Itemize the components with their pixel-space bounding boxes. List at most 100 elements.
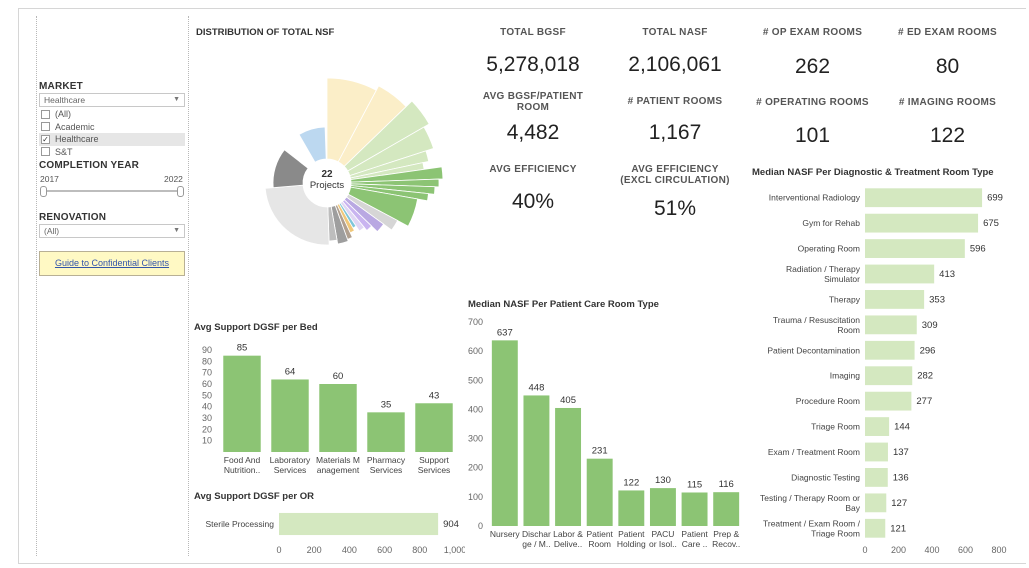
bar-value-label: 136 <box>893 472 909 483</box>
kpi-avg-efficiency-excl-label: AVG EFFICIENCY (EXCL CIRCULATION) <box>620 164 730 186</box>
patient-care-chart[interactable]: 0 100 200 300 400 500 600 700 637 Nursery 448 Disch… <box>462 312 747 562</box>
bar[interactable] <box>865 493 887 513</box>
diag-treat-chart[interactable]: 699 Interventional Radiology 675 Gym for Re… <box>750 178 1025 563</box>
bar[interactable] <box>865 290 925 309</box>
y-tick-label: 400 <box>468 404 483 414</box>
bar[interactable] <box>865 188 983 208</box>
bar[interactable] <box>865 518 886 538</box>
x-tick-label: 400 <box>924 545 939 555</box>
x-tick-label: Pharmacy <box>367 455 406 465</box>
y-category-label: Bay <box>845 503 860 513</box>
chevron-down-icon: ▼ <box>173 96 180 103</box>
year-min-label: 2017 <box>40 174 59 184</box>
y-category-label: Procedure Room <box>796 396 860 406</box>
bar[interactable] <box>713 492 740 526</box>
market-option-all[interactable]: (All) <box>39 108 185 121</box>
support-bed-title: Avg Support DGSF per Bed <box>194 322 318 333</box>
bar[interactable] <box>491 340 518 526</box>
bar[interactable] <box>865 417 890 436</box>
completion-year-title: COMPLETION YEAR <box>39 160 140 171</box>
x-tick-label: Support <box>419 455 449 465</box>
checkbox-checked[interactable]: ✓ <box>41 134 50 144</box>
bar[interactable] <box>865 340 915 360</box>
bar-value-label: 596 <box>970 244 986 255</box>
bar[interactable] <box>865 468 888 487</box>
kpi-ed-exam-label: # ED EXAM ROOMS <box>898 27 997 38</box>
support-or-title: Avg Support DGSF per OR <box>194 491 314 502</box>
bar[interactable] <box>415 403 453 452</box>
x-tick-label: Delive.. <box>554 539 582 549</box>
bar[interactable] <box>865 315 917 335</box>
diag-treat-title: Median NASF Per Diagnostic & Treatment R… <box>752 167 994 178</box>
renovation-dropdown[interactable]: (All) ▼ <box>39 224 185 238</box>
support-or-chart[interactable]: 904Sterile Processing0 200 400 600 800 1,000 <box>190 503 465 563</box>
market-option-healthcare[interactable]: ✓ Healthcare <box>39 133 185 146</box>
bar-value-label: 130 <box>655 475 671 486</box>
bar[interactable] <box>555 407 582 526</box>
bar[interactable] <box>865 391 912 411</box>
y-category-label: Treatment / Exam Room / <box>763 518 861 528</box>
x-tick-label: Room <box>588 539 611 549</box>
y-category-label: Therapy <box>829 294 861 304</box>
bar[interactable] <box>865 213 979 233</box>
y-category-label: Diagnostic Testing <box>791 472 860 482</box>
kpi-total-nasf-value: 2,106,061 <box>628 53 722 76</box>
bar[interactable] <box>865 366 913 386</box>
support-bed-chart[interactable]: 102030405060708090 85Food AndNutrition..6… <box>190 335 460 485</box>
market-option-st[interactable]: S&T <box>39 146 185 159</box>
y-category-label: Testing / Therapy Room or <box>760 493 860 503</box>
nsf-donut-chart[interactable]: 22 Projects <box>235 45 495 295</box>
kpi-avg-efficiency-label: AVG EFFICIENCY <box>489 164 577 175</box>
x-tick-label: Nutrition.. <box>224 465 260 475</box>
market-option-academic[interactable]: Academic <box>39 121 185 134</box>
x-tick-label: Recov.. <box>712 539 740 549</box>
bar[interactable] <box>367 412 405 452</box>
bar[interactable] <box>649 488 676 526</box>
guide-link-button[interactable]: Guide to Confidential Clients <box>39 251 185 276</box>
x-tick-label: 800 <box>991 545 1006 555</box>
bar[interactable] <box>223 355 261 452</box>
donut-slice[interactable] <box>298 126 327 163</box>
bar[interactable] <box>618 490 645 526</box>
bar-value-label: 85 <box>237 343 248 354</box>
bar[interactable] <box>279 512 439 536</box>
bar[interactable] <box>865 264 935 284</box>
bar-value-label: 448 <box>529 382 545 393</box>
kpi-op-exam-label: # OP EXAM ROOMS <box>762 27 863 38</box>
bar[interactable] <box>865 239 965 258</box>
bar-value-label: 115 <box>687 479 702 490</box>
year-slider-max-handle[interactable] <box>177 186 184 197</box>
donut-slice[interactable] <box>264 184 330 246</box>
bar[interactable] <box>319 384 357 452</box>
bar-value-label: 231 <box>592 446 608 457</box>
x-tick-label: Services <box>274 465 307 475</box>
x-tick-label: Services <box>370 465 403 475</box>
kpi-imaging-rooms-label: # IMAGING ROOMS <box>898 97 997 108</box>
bar[interactable] <box>271 379 309 452</box>
bar-value-label: 282 <box>917 371 933 382</box>
kpi-total-bgsf-label: TOTAL BGSF <box>500 27 566 38</box>
x-tick-label: Patient <box>681 529 708 539</box>
donut-title: DISTRIBUTION OF TOTAL NSF <box>196 27 335 38</box>
bar-value-label: 904 <box>443 519 459 530</box>
y-category-label: Exam / Treatment Room <box>768 447 860 457</box>
year-slider-track[interactable] <box>43 190 181 192</box>
bar[interactable] <box>681 492 708 526</box>
bar-value-label: 309 <box>922 320 938 331</box>
bar[interactable] <box>865 442 888 462</box>
y-category-label: Room <box>837 325 860 335</box>
kpi-avg-efficiency-excl-value: 51% <box>653 197 697 220</box>
checkbox[interactable] <box>41 147 50 157</box>
x-tick-label: 800 <box>412 545 427 555</box>
bar-value-label: 405 <box>560 395 576 406</box>
renovation-filter-title: RENOVATION <box>39 212 107 223</box>
checkbox[interactable] <box>41 109 50 119</box>
y-category-label: Triage Room <box>811 528 860 538</box>
market-dropdown[interactable]: Healthcare ▼ <box>39 93 185 107</box>
bar[interactable] <box>523 395 550 526</box>
checkbox[interactable] <box>41 122 50 132</box>
donut-slice[interactable] <box>272 149 309 189</box>
bar[interactable] <box>586 458 613 526</box>
kpi-imaging-rooms-value: 122 <box>929 124 966 147</box>
year-slider-min-handle[interactable] <box>40 186 47 197</box>
